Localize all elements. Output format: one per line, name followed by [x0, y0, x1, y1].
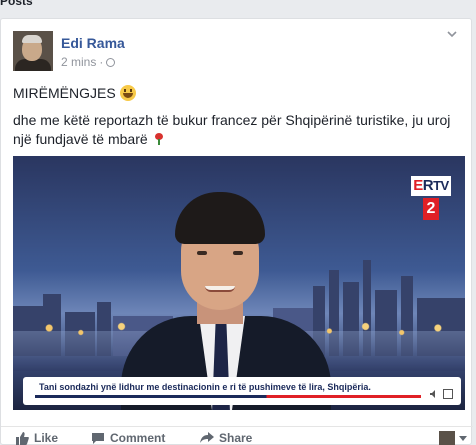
logo-letter-e: E: [413, 177, 423, 194]
share-icon: [200, 432, 214, 443]
post-greeting: MIRËMËNGJES: [13, 85, 116, 101]
section-title: Posts: [0, 0, 33, 8]
video-player[interactable]: ERTV 2 Tani sondazhi ynë lidhur me desti…: [13, 156, 465, 410]
fullscreen-icon[interactable]: [443, 389, 453, 399]
post-card: Edi Rama 2 mins · MIRËMËNGJES dhe me kët…: [0, 18, 473, 445]
share-button[interactable]: Share: [200, 431, 252, 445]
post-as-chevron-icon[interactable]: [459, 436, 467, 441]
volume-icon[interactable]: [429, 389, 439, 399]
presenter-eye: [233, 251, 243, 255]
rose-emoji-icon: [154, 133, 164, 145]
video-caption-bar: Tani sondazhi ynë lidhur me destinacioni…: [23, 377, 461, 405]
post-text-line2: dhe me këtë reportazh të bukur francez p…: [13, 111, 465, 149]
presenter-eye: [197, 251, 207, 255]
channel-number-badge: 2: [423, 198, 439, 220]
avatar[interactable]: [13, 31, 53, 71]
presenter-mouth: [205, 286, 235, 292]
smile-emoji-icon: [119, 85, 136, 101]
post-actions: Like Comment Share: [1, 426, 473, 445]
logo-tv: TV: [433, 178, 449, 193]
globe-icon[interactable]: [106, 57, 116, 67]
timestamp[interactable]: 2 mins: [61, 55, 96, 69]
logo-letter-r: R: [422, 177, 434, 194]
thumbs-up-icon: [16, 431, 29, 445]
post-options-chevron-icon[interactable]: [447, 29, 457, 39]
comment-icon: [92, 432, 104, 444]
author-name[interactable]: Edi Rama: [61, 35, 125, 51]
video-caption: Tani sondazhi ynë lidhur me destinacioni…: [39, 382, 371, 392]
like-label: Like: [34, 431, 59, 445]
like-button[interactable]: Like: [15, 431, 58, 445]
share-label: Share: [219, 431, 253, 445]
comment-label: Comment: [110, 431, 166, 445]
post-meta: 2 mins ·: [61, 55, 116, 69]
post-as-avatar[interactable]: [439, 431, 455, 445]
caption-progress-line: [35, 395, 421, 398]
post-body: dhe me këtë reportazh të bukur francez p…: [13, 112, 451, 147]
comment-button[interactable]: Comment: [91, 431, 165, 445]
channel-logo: ERTV: [411, 176, 451, 196]
post-text-line1: MIRËMËNGJES: [13, 85, 136, 101]
